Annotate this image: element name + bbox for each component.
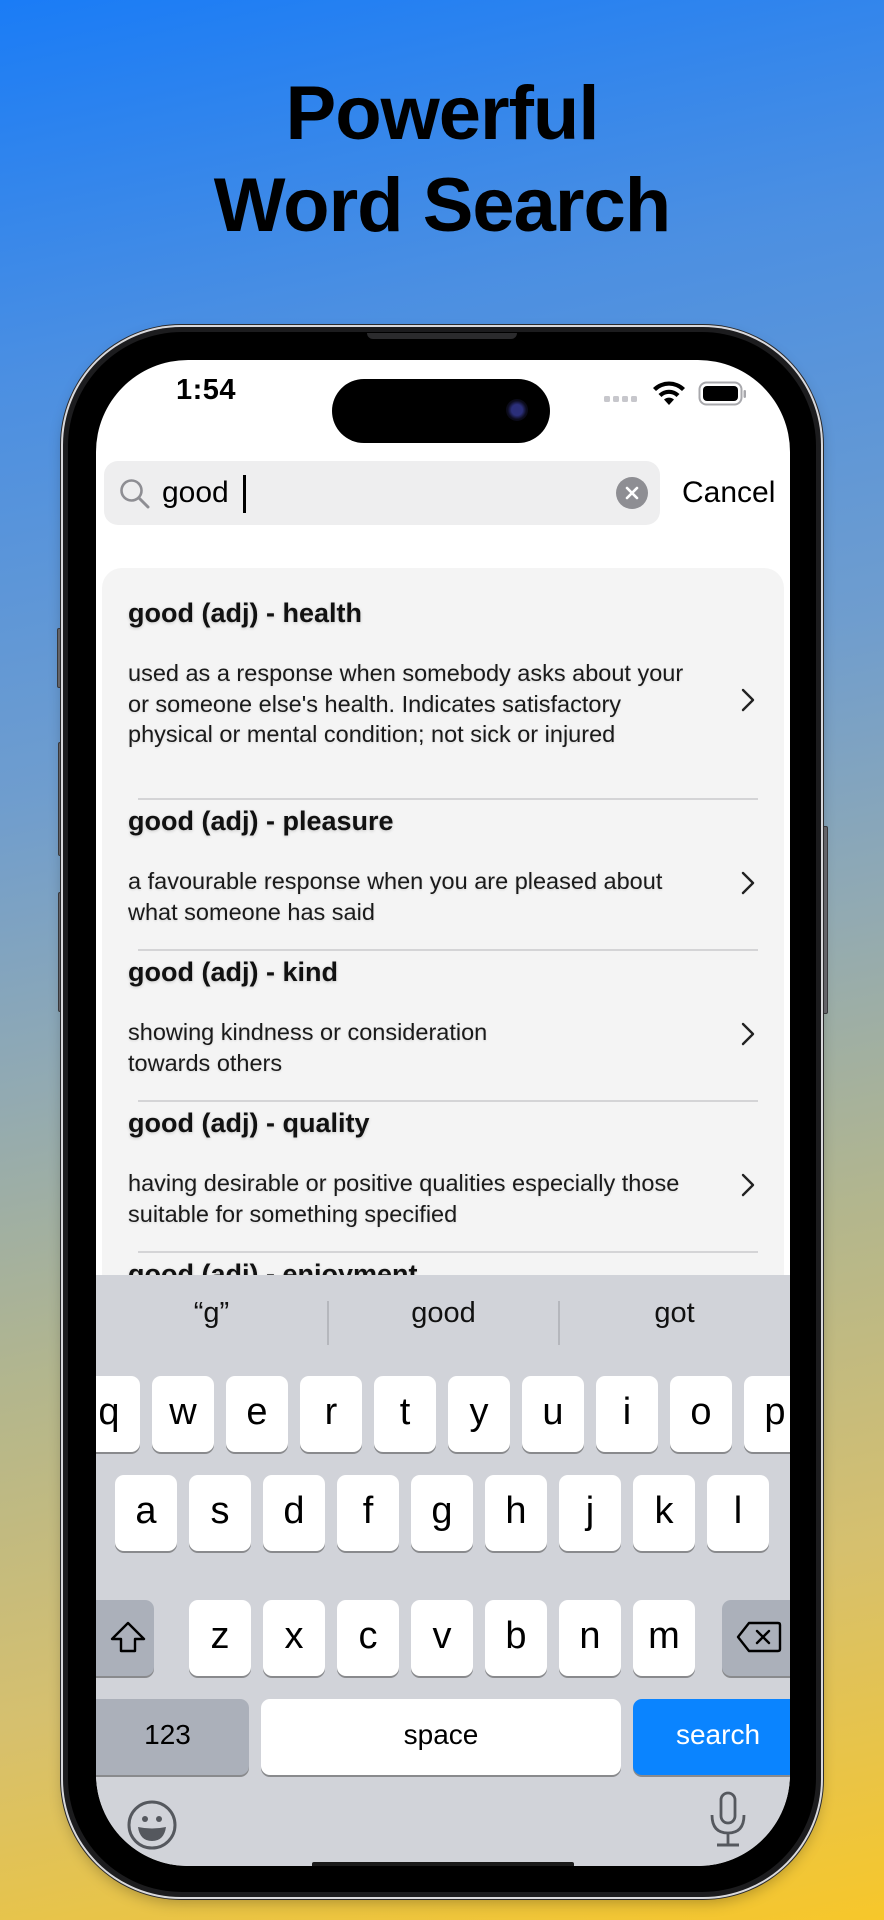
chevron-right-icon [741,1022,755,1046]
prediction-3[interactable]: got [559,1275,790,1351]
key-m[interactable]: m [633,1600,695,1676]
key-c[interactable]: c [337,1600,399,1676]
headline-line-1: Powerful [285,71,600,156]
key-r[interactable]: r [300,1376,362,1452]
result-title: good (adj) - quality [128,1108,370,1138]
front-camera-icon [506,399,528,421]
results-list: good (adj) - health used as a response w… [102,568,784,1348]
cancel-button[interactable]: Cancel [682,461,775,525]
chevron-right-icon [741,871,755,895]
key-b[interactable]: b [485,1600,547,1676]
row-divider [138,1251,758,1253]
key-e[interactable]: e [226,1376,288,1452]
key-w[interactable]: w [152,1376,214,1452]
numbers-key[interactable]: 123 [96,1699,249,1775]
key-f[interactable]: f [337,1475,399,1551]
key-p[interactable]: p [744,1376,790,1452]
chevron-right-icon [741,688,755,712]
row-divider [138,798,758,800]
predictive-bar: “g” good got [96,1275,790,1351]
result-row[interactable]: good (adj) - health used as a response w… [102,568,784,798]
key-n[interactable]: n [559,1600,621,1676]
key-t[interactable]: t [374,1376,436,1452]
shift-key[interactable] [96,1600,154,1676]
battery-icon [698,381,746,406]
row-divider [138,1100,758,1102]
key-i[interactable]: i [596,1376,658,1452]
key-s[interactable]: s [189,1475,251,1551]
wifi-icon [653,381,685,405]
clear-circle-icon [625,486,639,500]
result-description: a favourable response when you are pleas… [128,868,663,925]
key-a[interactable]: a [115,1475,177,1551]
key-k[interactable]: k [633,1475,695,1551]
phone-screen: 1:54 Cancel good (adj) - health [96,360,790,1866]
row-divider [138,949,758,951]
result-description: used as a response when somebody asks ab… [128,660,684,747]
home-indicator [312,1862,574,1866]
result-description: showing kindness or consideration toward… [128,1019,488,1076]
prediction-2[interactable]: good [328,1275,559,1351]
status-time: 1:54 [176,374,237,406]
power-button [822,826,828,1014]
keyboard: “g” good got qwertyuiopasdfghjklzxcvbnm … [96,1275,790,1866]
prediction-1[interactable]: “g” [96,1275,327,1351]
magnifier-icon [120,479,150,509]
key-u[interactable]: u [522,1376,584,1452]
key-q[interactable]: q [96,1376,140,1452]
chevron-right-icon [741,1173,755,1197]
key-d[interactable]: d [263,1475,325,1551]
delete-key[interactable] [722,1600,790,1676]
shift-arrow-icon [110,1621,146,1653]
cellular-dots-icon [604,396,637,402]
clear-search-button[interactable] [616,477,648,509]
result-title: good (adj) - pleasure [128,806,394,836]
result-title: good (adj) - health [128,598,362,628]
backspace-icon [736,1621,782,1653]
result-description: having desirable or positive qualities e… [128,1170,680,1227]
emoji-smile-icon[interactable] [126,1799,178,1851]
key-x[interactable]: x [263,1600,325,1676]
key-z[interactable]: z [189,1600,251,1676]
headline: Powerful Word Search [0,68,884,252]
search-field[interactable] [104,461,660,525]
key-j[interactable]: j [559,1475,621,1551]
key-g[interactable]: g [411,1475,473,1551]
search-key[interactable]: search [633,1699,790,1775]
key-h[interactable]: h [485,1475,547,1551]
search-input[interactable] [162,461,562,525]
result-title: good (adj) - kind [128,957,338,987]
key-l[interactable]: l [707,1475,769,1551]
space-key[interactable]: space [261,1699,621,1775]
key-o[interactable]: o [670,1376,732,1452]
speaker-slit [367,333,517,339]
key-v[interactable]: v [411,1600,473,1676]
dynamic-island [332,379,550,443]
key-y[interactable]: y [448,1376,510,1452]
headline-line-2: Word Search [213,163,671,248]
text-caret [243,475,246,513]
microphone-icon[interactable] [708,1791,748,1849]
